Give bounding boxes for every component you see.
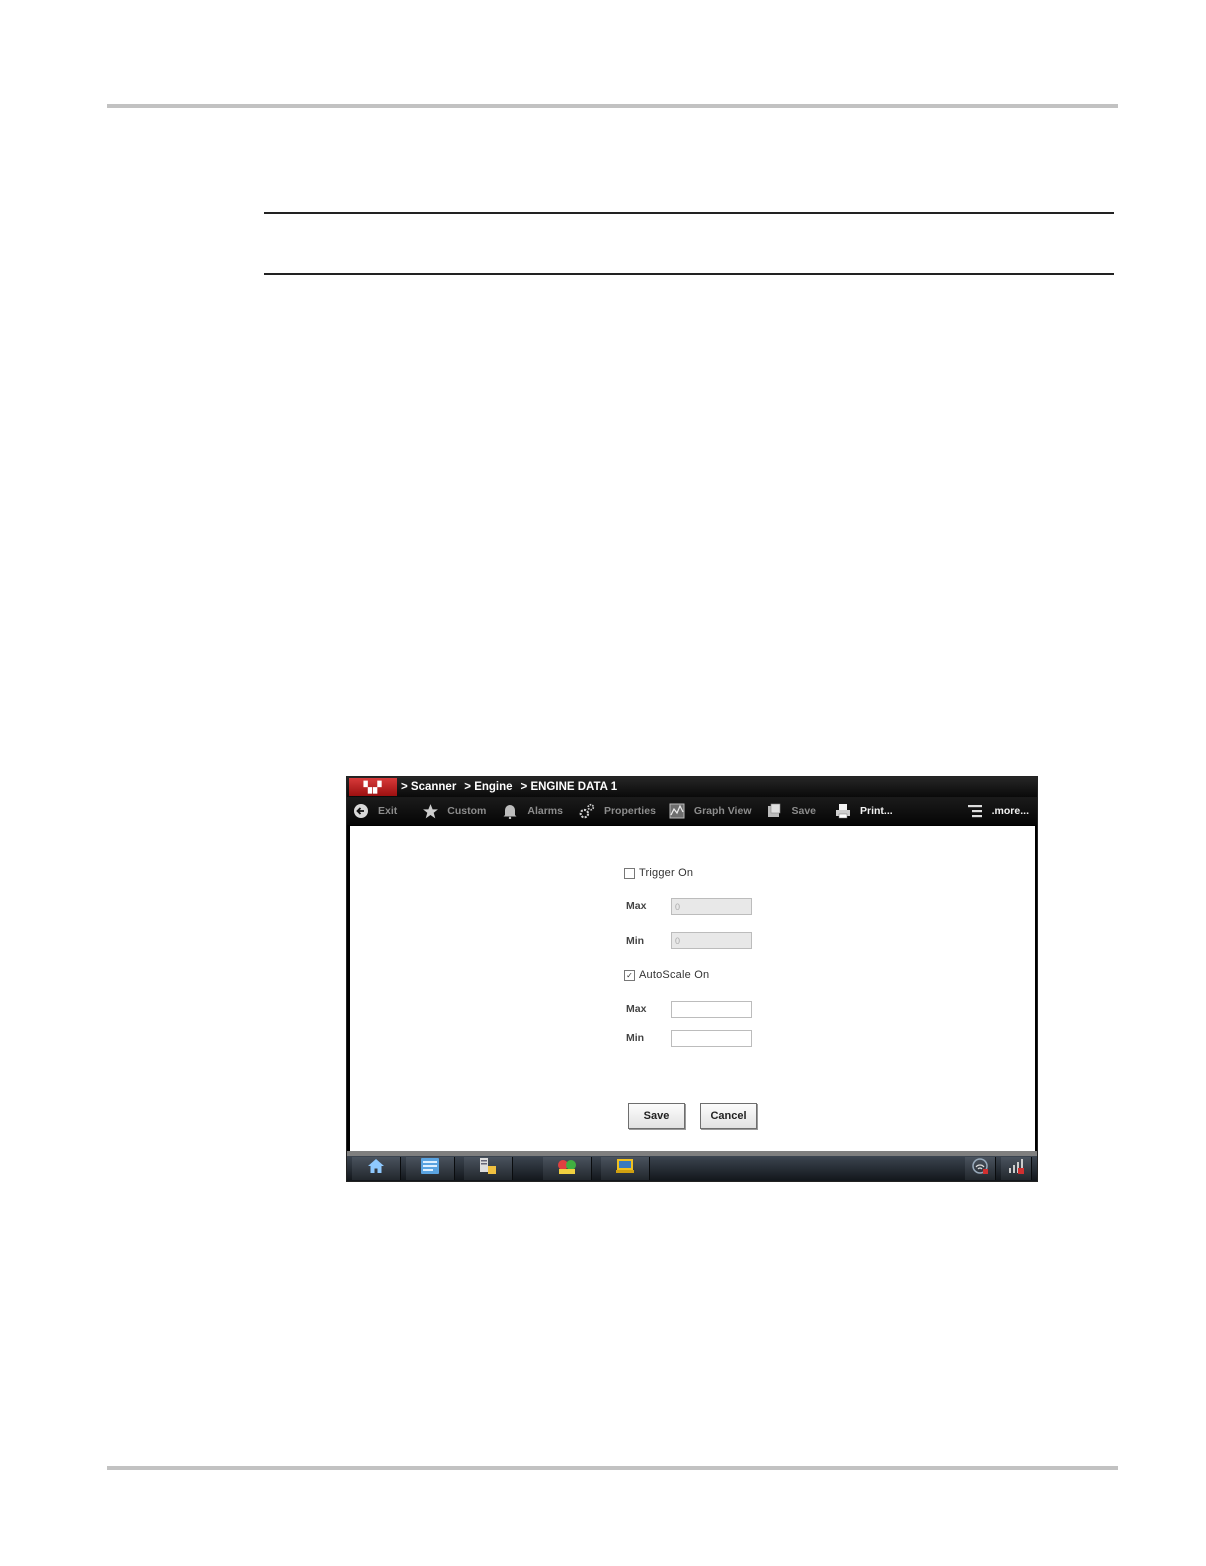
properties-button[interactable]: Properties xyxy=(578,797,656,825)
alarms-label: Alarms xyxy=(527,805,563,817)
graph-view-button[interactable]: Graph View xyxy=(668,797,752,825)
floppy-icon xyxy=(765,802,783,820)
star-icon xyxy=(421,802,439,820)
signal-icon xyxy=(1007,1157,1025,1180)
bell-icon xyxy=(501,802,519,820)
properties-form: Trigger On Max Min ✓ AutoScale On Max Mi… xyxy=(624,826,804,1151)
scanner-icon xyxy=(420,1157,440,1180)
page-header-rule xyxy=(107,104,1118,108)
brand-logo-icon[interactable]: ▚▞ xyxy=(349,778,397,796)
autoscale-label: AutoScale On xyxy=(639,969,710,981)
breadcrumb-engine-data: > ENGINE DATA 1 xyxy=(520,781,618,793)
guided-button[interactable] xyxy=(543,1157,592,1180)
scanner-button[interactable] xyxy=(406,1157,455,1180)
exit-button[interactable]: Exit xyxy=(352,797,397,825)
trigger-max-input[interactable] xyxy=(671,898,752,915)
exit-arrow-icon xyxy=(352,802,370,820)
breadcrumb-engine[interactable]: > Engine xyxy=(464,781,512,793)
save-toolbar-button[interactable]: Save xyxy=(765,797,816,825)
shop-icon xyxy=(615,1157,635,1180)
save-toolbar-label: Save xyxy=(791,805,817,817)
printer-icon xyxy=(834,802,852,820)
custom-label: Custom xyxy=(447,805,487,817)
cancel-button[interactable]: Cancel xyxy=(700,1103,757,1129)
data-list-button[interactable] xyxy=(464,1157,513,1180)
more-button[interactable]: .more... xyxy=(966,797,1029,825)
autoscale-row: ✓ AutoScale On xyxy=(624,969,709,981)
trigger-label: Trigger On xyxy=(639,867,694,879)
wifi-status[interactable] xyxy=(965,1157,996,1180)
toolbar: Exit Custom Alarms Properties Graph View xyxy=(347,797,1037,825)
wifi-icon xyxy=(971,1157,989,1180)
home-icon xyxy=(367,1158,385,1179)
scale-max-input[interactable] xyxy=(671,1001,752,1018)
properties-panel: Trigger On Max Min ✓ AutoScale On Max Mi… xyxy=(350,826,1035,1151)
shop-button[interactable] xyxy=(601,1157,650,1180)
trigger-row: Trigger On xyxy=(624,867,693,879)
note-bottom-rule xyxy=(264,273,1114,275)
exit-label: Exit xyxy=(378,805,398,817)
autoscale-checkbox[interactable]: ✓ xyxy=(624,969,635,981)
scanner-screenshot: ▚▞ > Scanner > Engine > ENGINE DATA 1 Ex… xyxy=(346,776,1038,1182)
graph-view-label: Graph View xyxy=(693,805,752,817)
trigger-checkbox[interactable] xyxy=(624,867,635,879)
scale-max-label: Max xyxy=(626,1003,647,1015)
menu-lines-icon xyxy=(966,802,984,820)
scale-min-input[interactable] xyxy=(671,1030,752,1047)
breadcrumb: > Scanner > Engine > ENGINE DATA 1 xyxy=(401,781,625,793)
title-bar: ▚▞ > Scanner > Engine > ENGINE DATA 1 xyxy=(347,777,1037,797)
taskbar xyxy=(347,1156,1037,1181)
alarms-button[interactable]: Alarms xyxy=(501,797,563,825)
print-button[interactable]: Print... xyxy=(834,797,893,825)
breadcrumb-scanner[interactable]: > Scanner xyxy=(401,781,456,793)
guided-icon xyxy=(556,1157,578,1180)
save-button[interactable]: Save xyxy=(628,1103,685,1129)
note-top-rule xyxy=(264,212,1114,214)
custom-button[interactable]: Custom xyxy=(421,797,486,825)
print-label: Print... xyxy=(860,805,893,817)
graph-icon xyxy=(668,802,686,820)
home-button[interactable] xyxy=(352,1157,401,1180)
properties-label: Properties xyxy=(603,805,656,817)
data-list-icon xyxy=(478,1157,498,1180)
trigger-max-label: Max xyxy=(626,900,647,912)
signal-status[interactable] xyxy=(1001,1157,1032,1180)
trigger-min-label: Min xyxy=(626,935,645,947)
more-label: .more... xyxy=(991,805,1029,817)
trigger-min-input[interactable] xyxy=(671,932,752,949)
page-footer-rule xyxy=(107,1466,1118,1470)
gear-icon xyxy=(578,802,596,820)
scale-min-label: Min xyxy=(626,1032,645,1044)
